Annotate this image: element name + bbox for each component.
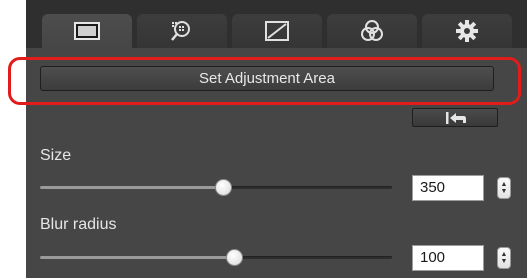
stepper-down-icon[interactable]: ▼ [501, 258, 508, 265]
blur-slider-thumb[interactable] [225, 249, 243, 266]
size-value-input[interactable]: 350 [412, 175, 484, 201]
undo-button[interactable] [412, 108, 498, 127]
color-circles-icon [361, 20, 383, 41]
tab-zoom-grid[interactable] [137, 14, 227, 48]
tab-settings[interactable] [422, 14, 512, 48]
size-slider-thumb[interactable] [215, 179, 233, 196]
tool-tab-bar [26, 0, 527, 48]
tab-tone-curve[interactable] [232, 14, 322, 48]
blur-radius-label: Blur radius [40, 216, 117, 233]
blur-value-input[interactable]: 100 [412, 245, 484, 271]
size-stepper[interactable]: ▲ ▼ [497, 177, 511, 199]
tab-image-view[interactable] [42, 14, 132, 48]
blur-stepper[interactable]: ▲ ▼ [497, 247, 511, 269]
tab-color-circles[interactable] [327, 14, 417, 48]
blur-slider-fill [40, 256, 234, 259]
size-slider-fill [40, 186, 224, 189]
set-adjustment-area-button[interactable]: Set Adjustment Area [40, 66, 494, 91]
set-adjustment-area-label: Set Adjustment Area [199, 70, 335, 87]
blur-slider-track[interactable] [40, 256, 392, 259]
zoom-grid-icon [171, 21, 190, 41]
stepper-up-icon[interactable]: ▲ [501, 251, 508, 258]
size-label: Size [40, 147, 72, 164]
image-view-icon [74, 22, 100, 40]
gear-icon [456, 20, 478, 42]
tone-curve-icon [265, 21, 289, 41]
stepper-up-icon[interactable]: ▲ [501, 181, 508, 188]
stepper-down-icon[interactable]: ▼ [501, 188, 508, 195]
undo-arrow-icon [446, 111, 466, 124]
